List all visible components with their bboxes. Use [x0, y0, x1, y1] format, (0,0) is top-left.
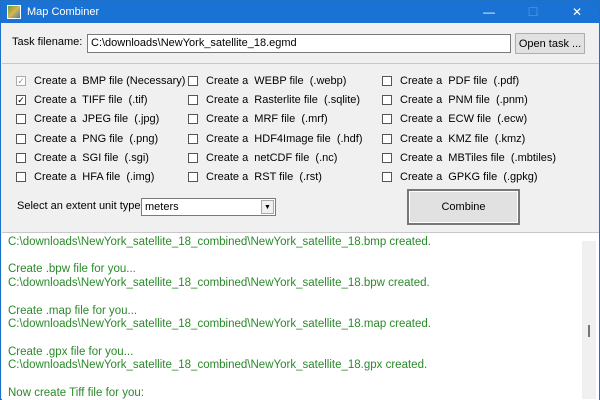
- checkbox-unchecked-icon[interactable]: [16, 172, 26, 182]
- checkbox-unchecked-icon[interactable]: [188, 95, 198, 105]
- window-title: Map Combiner: [27, 6, 100, 18]
- log-text: C:\downloads\NewYork_satellite_18_combin…: [8, 236, 431, 399]
- checkbox-label: Create a GPKG file (.gpkg): [400, 171, 538, 183]
- checkbox-label: Create a HDF4Image file (.hdf): [206, 133, 363, 145]
- combine-button[interactable]: Combine: [407, 189, 520, 225]
- create-file-checkbox[interactable]: Create a JPEG file (.jpg): [16, 112, 159, 126]
- checkbox-label: Create a MBTiles file (.mbtiles): [400, 152, 557, 164]
- create-file-checkbox[interactable]: Create a SGI file (.sgi): [16, 151, 149, 165]
- checkbox-checked-icon[interactable]: ✓: [16, 95, 26, 105]
- create-file-checkbox[interactable]: Create a PDF file (.pdf): [382, 74, 519, 88]
- checkbox-label: Create a BMP file (Necessary): [34, 75, 186, 87]
- checkbox-label: Create a Rasterlite file (.sqlite): [206, 94, 361, 106]
- open-task-button[interactable]: Open task ...: [515, 33, 585, 54]
- create-file-checkbox[interactable]: Create a KMZ file (.kmz): [382, 132, 525, 146]
- checkbox-unchecked-icon[interactable]: [188, 134, 198, 144]
- task-filename-input[interactable]: C:\downloads\NewYork_satellite_18.egmd: [87, 34, 511, 53]
- create-file-checkbox[interactable]: Create a RST file (.rst): [188, 170, 322, 184]
- checkbox-unchecked-icon[interactable]: [188, 76, 198, 86]
- minimize-button[interactable]: —: [467, 1, 511, 23]
- checkbox-label: Create a PNG file (.png): [34, 133, 159, 145]
- checkbox-unchecked-icon[interactable]: [16, 134, 26, 144]
- app-icon: [7, 5, 21, 19]
- checkbox-label: Create a KMZ file (.kmz): [400, 133, 526, 145]
- checkbox-unchecked-icon[interactable]: [382, 114, 392, 124]
- checkbox-unchecked-icon[interactable]: [188, 153, 198, 163]
- checkbox-unchecked-icon[interactable]: [16, 114, 26, 124]
- checkbox-label: Create a JPEG file (.jpg): [34, 113, 160, 125]
- divider: [2, 63, 599, 64]
- create-file-checkbox[interactable]: Create a HFA file (.img): [16, 170, 154, 184]
- checkbox-unchecked-icon[interactable]: [188, 114, 198, 124]
- task-filename-label: Task filename:: [12, 36, 83, 48]
- checkbox-label: Create a HFA file (.img): [34, 171, 155, 183]
- extent-unit-label: Select an extent unit type:: [17, 200, 144, 212]
- checkbox-label: Create a TIFF file (.tif): [34, 94, 148, 106]
- create-file-checkbox[interactable]: Create a MRF file (.mrf): [188, 112, 328, 126]
- scrollbar-thumb[interactable]: [588, 325, 590, 337]
- checkbox-unchecked-icon[interactable]: [16, 153, 26, 163]
- checkbox-unchecked-icon[interactable]: [382, 153, 392, 163]
- vertical-scrollbar[interactable]: [582, 241, 596, 399]
- title-bar: Map Combiner — ☐ ✕: [1, 1, 599, 23]
- checkbox-label: Create a RST file (.rst): [206, 171, 322, 183]
- checkbox-label: Create a PNM file (.pnm): [400, 94, 528, 106]
- log-output[interactable]: C:\downloads\NewYork_satellite_18_combin…: [2, 232, 599, 400]
- checkbox-label: Create a netCDF file (.nc): [206, 152, 338, 164]
- checkbox-label: Create a SGI file (.sgi): [34, 152, 149, 164]
- create-file-checkbox[interactable]: Create a WEBP file (.webp): [188, 74, 346, 88]
- create-file-checkbox[interactable]: Create a Rasterlite file (.sqlite): [188, 93, 360, 107]
- checkbox-label: Create a MRF file (.mrf): [206, 113, 328, 125]
- checkbox-unchecked-icon[interactable]: [382, 76, 392, 86]
- checkbox-label: Create a ECW file (.ecw): [400, 113, 528, 125]
- extent-unit-value: meters: [145, 201, 179, 213]
- create-file-checkbox[interactable]: Create a PNM file (.pnm): [382, 93, 528, 107]
- create-file-checkbox[interactable]: ✓ Create a TIFF file (.tif): [16, 93, 148, 107]
- map-combiner-window: Map Combiner — ☐ ✕ Task filename: C:\dow…: [0, 0, 600, 400]
- create-file-checkbox[interactable]: Create a netCDF file (.nc): [188, 151, 337, 165]
- checkbox-unchecked-icon[interactable]: [188, 172, 198, 182]
- create-file-checkbox[interactable]: Create a GPKG file (.gpkg): [382, 170, 538, 184]
- create-file-checkbox[interactable]: Create a HDF4Image file (.hdf): [188, 132, 363, 146]
- checkbox-unchecked-icon[interactable]: [382, 134, 392, 144]
- checkbox-label: Create a WEBP file (.webp): [206, 75, 347, 87]
- extent-unit-select[interactable]: meters ▼: [141, 198, 276, 216]
- checkbox-checked-icon[interactable]: ✓: [16, 76, 26, 86]
- create-file-checkbox[interactable]: Create a MBTiles file (.mbtiles): [382, 151, 556, 165]
- checkbox-unchecked-icon[interactable]: [382, 172, 392, 182]
- close-button[interactable]: ✕: [555, 1, 599, 23]
- checkbox-unchecked-icon[interactable]: [382, 95, 392, 105]
- checkbox-label: Create a PDF file (.pdf): [400, 75, 520, 87]
- create-file-checkbox: ✓ Create a BMP file (Necessary): [16, 74, 185, 88]
- create-file-checkbox[interactable]: Create a ECW file (.ecw): [382, 112, 527, 126]
- chevron-down-icon[interactable]: ▼: [261, 200, 274, 214]
- maximize-button[interactable]: ☐: [511, 1, 555, 23]
- create-file-checkbox[interactable]: Create a PNG file (.png): [16, 132, 158, 146]
